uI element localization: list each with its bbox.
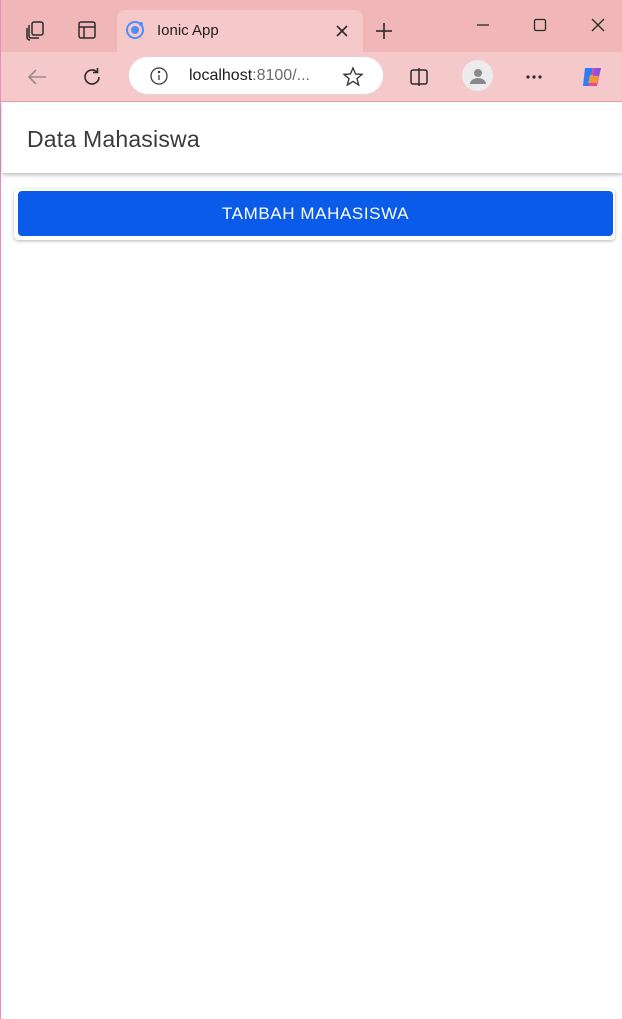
back-arrow-icon[interactable] [19, 60, 55, 94]
maximize-icon[interactable] [520, 8, 560, 42]
app-content: Data Mahasiswa TAMBAH MAHASISWA [2, 103, 622, 1019]
close-tab-icon[interactable] [331, 20, 353, 42]
add-student-button[interactable]: TAMBAH MAHASISWA [18, 191, 613, 236]
minimize-icon[interactable] [463, 8, 503, 42]
tab-strip: Ionic App [1, 0, 622, 52]
url-text: localhost:8100/... [189, 67, 310, 85]
app-header: Data Mahasiswa [2, 103, 622, 173]
url-path: :8100/... [252, 67, 310, 84]
info-icon[interactable] [149, 66, 169, 86]
more-icon[interactable] [516, 60, 552, 94]
active-tab[interactable]: Ionic App [117, 10, 363, 52]
profile-icon[interactable] [462, 60, 493, 91]
browser-window: Ionic App localhost:8100/... Data Mahasi… [0, 0, 622, 1019]
close-window-icon[interactable] [578, 8, 618, 42]
address-bar[interactable]: localhost:8100/... [128, 56, 384, 95]
page-title: Data Mahasiswa [27, 126, 200, 152]
tab-actions-icon[interactable] [69, 12, 105, 48]
ionic-favicon-icon [125, 20, 145, 40]
tab-title: Ionic App [157, 22, 219, 39]
copilot-icon[interactable] [575, 60, 611, 94]
split-screen-icon[interactable] [401, 60, 437, 94]
url-host: localhost [189, 67, 253, 84]
workspaces-icon[interactable] [17, 12, 53, 48]
refresh-icon[interactable] [74, 60, 110, 94]
browser-toolbar: localhost:8100/... [1, 52, 622, 102]
star-icon[interactable] [341, 65, 365, 89]
plus-icon[interactable] [367, 14, 401, 48]
button-card: TAMBAH MAHASISWA [14, 189, 615, 240]
